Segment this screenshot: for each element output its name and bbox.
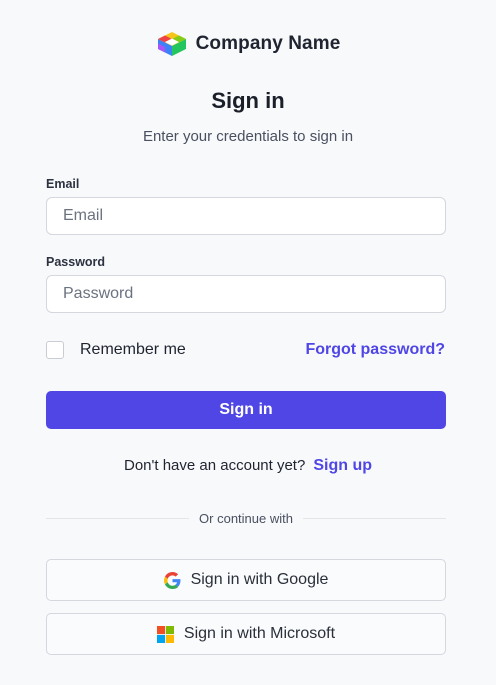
divider-label: Or continue with — [199, 511, 293, 526]
google-button-label: Sign in with Google — [190, 571, 329, 588]
sign-in-microsoft-button[interactable]: Sign in with Microsoft — [46, 613, 446, 655]
page-subtitle: Enter your credentials to sign in — [142, 128, 354, 145]
remember-me-label: Remember me — [80, 341, 186, 358]
microsoft-button-label: Sign in with Microsoft — [183, 625, 336, 642]
remember-me-row: Remember me — [46, 341, 186, 359]
brand-name: Company Name — [195, 33, 341, 54]
divider: Or continue with — [46, 511, 446, 526]
sign-in-google-button[interactable]: Sign in with Google — [46, 559, 446, 601]
sign-up-link[interactable]: Sign up — [313, 457, 372, 475]
email-label: Email — [46, 177, 80, 191]
forgot-password-link[interactable]: Forgot password? — [305, 341, 445, 359]
signup-row: Don't have an account yet? Sign up — [0, 457, 496, 475]
divider-line-right — [302, 518, 446, 519]
microsoft-icon — [156, 625, 174, 643]
cube-logo-icon — [157, 32, 186, 56]
email-field[interactable] — [46, 197, 446, 235]
sign-in-button[interactable]: Sign in — [46, 391, 446, 429]
password-label: Password — [46, 255, 106, 269]
password-field[interactable] — [46, 275, 446, 313]
google-icon — [163, 571, 181, 589]
page-title: Sign in — [211, 88, 285, 113]
signup-prompt: Don't have an account yet? — [124, 457, 306, 474]
divider-line-left — [46, 518, 190, 519]
remember-me-checkbox[interactable] — [46, 341, 64, 359]
brand-header: Company Name — [0, 30, 496, 58]
